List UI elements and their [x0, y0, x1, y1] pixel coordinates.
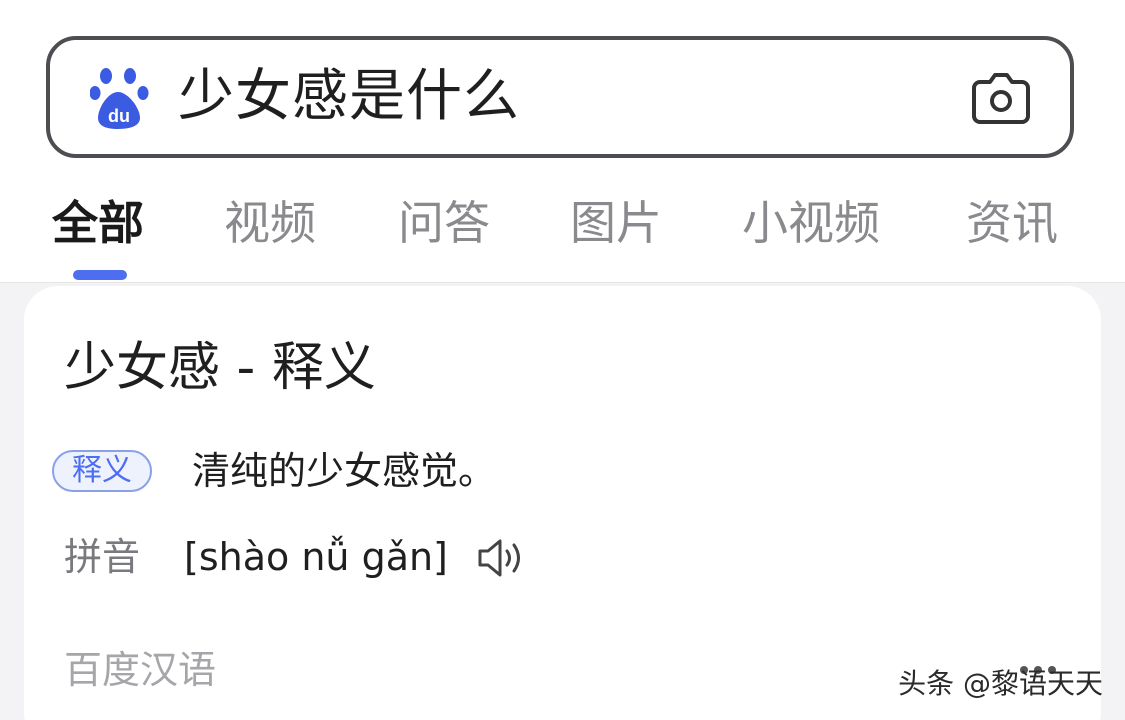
definition-card[interactable]: 少女感 - 释义 释义 清纯的少女感觉。 拼音 [shào nǚ gǎn] 百度… [24, 286, 1101, 720]
speaker-icon[interactable] [476, 536, 528, 580]
tab-news[interactable]: 资讯 [966, 194, 1058, 252]
definition-text: 清纯的少女感觉。 [192, 449, 497, 493]
baidu-logo-icon: du [90, 68, 149, 129]
card-title[interactable]: 少女感 - 释义 [64, 336, 376, 400]
pinyin-label: 拼音 [64, 535, 141, 579]
tab-all[interactable]: 全部 [52, 194, 144, 252]
definition-badge: 释义 [52, 450, 152, 492]
search-tabs: 全部 视频 问答 图片 小视频 资讯 [0, 186, 1125, 282]
pinyin-value: [shào nǚ gǎn] [184, 535, 448, 579]
search-header: du 少女感是什么 全部 视频 问答 图片 小视频 资讯 [0, 0, 1125, 283]
tab-qa[interactable]: 问答 [398, 194, 490, 252]
active-tab-indicator [73, 270, 127, 280]
watermark-text: 头条 @黎语天天 [898, 667, 1103, 700]
search-box[interactable]: du 少女感是什么 [46, 36, 1074, 158]
search-input[interactable]: 少女感是什么 [178, 64, 520, 130]
source-label[interactable]: 百度汉语 [64, 644, 216, 696]
tab-images[interactable]: 图片 [570, 194, 662, 252]
tab-short-video[interactable]: 小视频 [742, 194, 880, 252]
tab-video[interactable]: 视频 [224, 194, 316, 252]
svg-text:du: du [108, 106, 130, 126]
camera-icon[interactable] [970, 68, 1032, 128]
